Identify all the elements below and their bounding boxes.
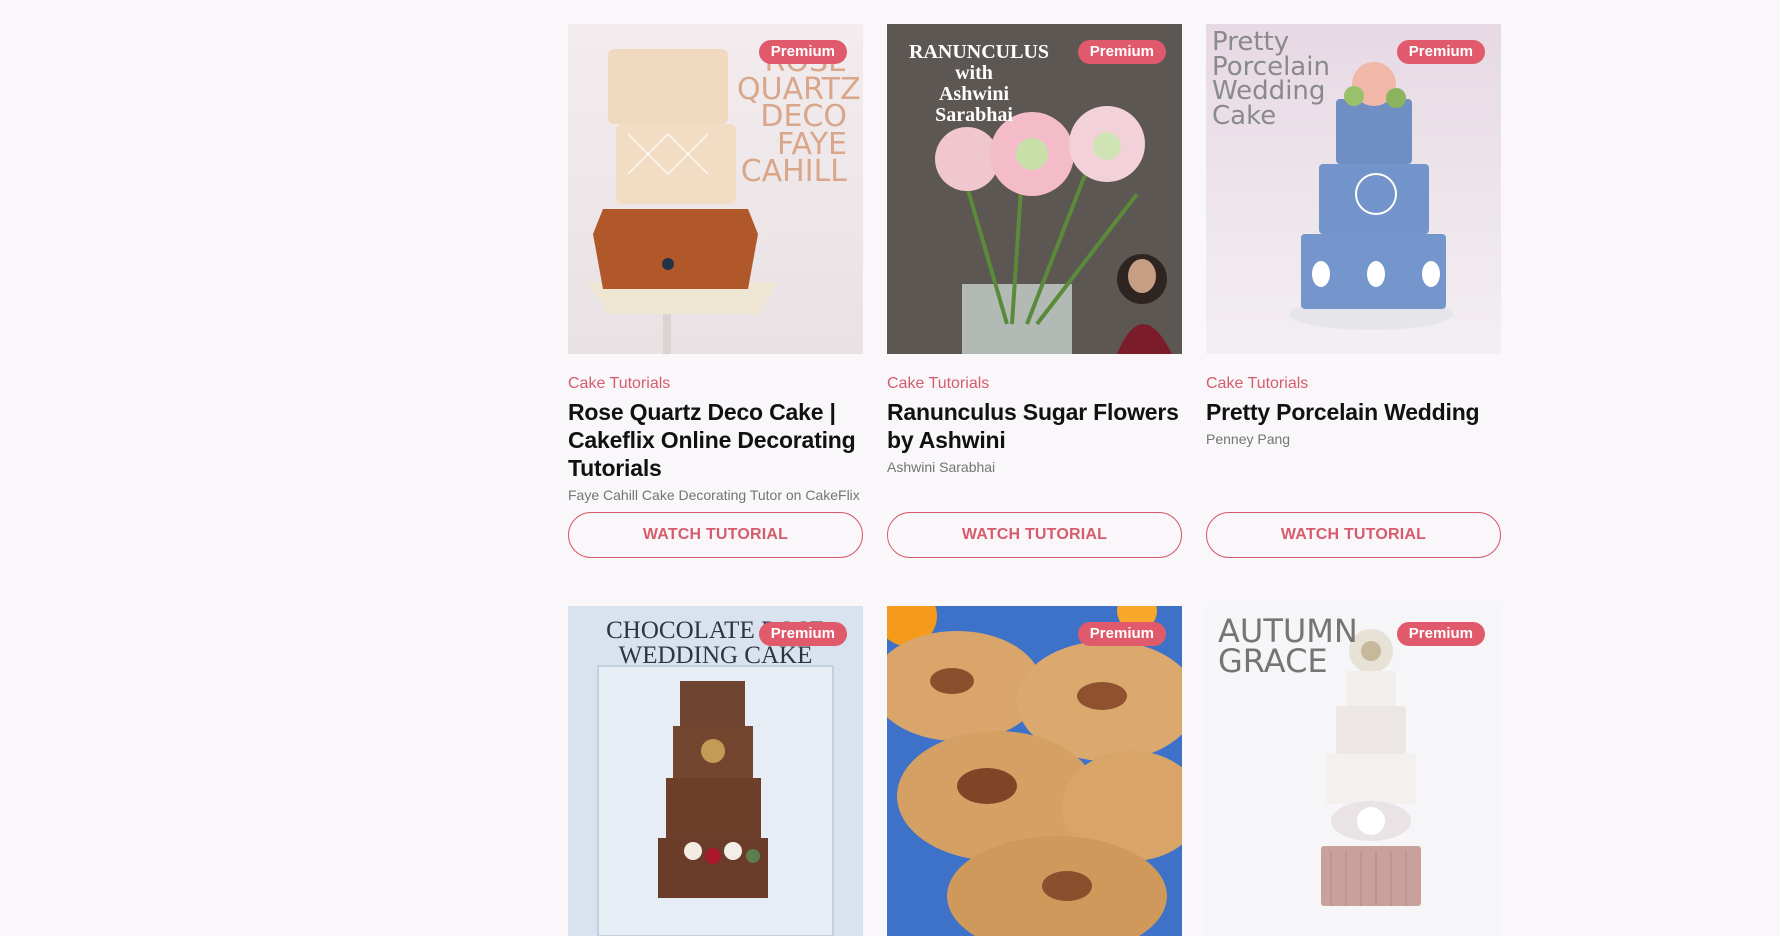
card-category[interactable]: Cake Tutorials (1206, 374, 1501, 394)
premium-badge: Premium (1396, 622, 1485, 646)
premium-badge: Premium (1077, 622, 1166, 646)
watch-tutorial-button[interactable]: WATCH TUTORIAL (1206, 512, 1501, 558)
premium-badge: Premium (758, 622, 847, 646)
tutorial-card-pretty-porcelain: Pretty Porcelain Wedding Cake Premium Ca… (1206, 24, 1501, 558)
card-title[interactable]: Rose Quartz Deco Cake | Cakeflix Online … (568, 398, 863, 482)
card-category[interactable]: Cake Tutorials (887, 374, 1182, 394)
card-title[interactable]: Ranunculus Sugar Flowers by Ashwini (887, 398, 1182, 454)
premium-badge: Premium (1396, 40, 1485, 64)
thumbnail-cookies[interactable]: Premium (887, 606, 1182, 936)
thumbnail-ranunculus[interactable]: RANUNCULUS with Ashwini Sarabhai Premium (887, 24, 1182, 354)
tutorial-grid: ROSE QUARTZ DECO FAYE CAHILL Premium Cak… (568, 24, 1501, 936)
thumbnail-rose-quartz[interactable]: ROSE QUARTZ DECO FAYE CAHILL Premium (568, 24, 863, 354)
watch-tutorial-button[interactable]: WATCH TUTORIAL (887, 512, 1182, 558)
tutorial-card-autumn-grace: AUTUMN GRACE Premium (1206, 606, 1501, 936)
autumn-grace-cake-image (1206, 606, 1501, 936)
tutorial-card-rose-quartz: ROSE QUARTZ DECO FAYE CAHILL Premium Cak… (568, 24, 863, 558)
porcelain-cake-image (1206, 24, 1501, 354)
tutorial-card-chocolate-rose: CHOCOLATE ROSE WEDDING CAKE Premium (568, 606, 863, 936)
card-author: Penney Pang (1206, 431, 1291, 447)
thumbnail-autumn-grace[interactable]: AUTUMN GRACE Premium (1206, 606, 1501, 936)
chocolate-rose-cake-image (568, 606, 863, 936)
watch-tutorial-button[interactable]: WATCH TUTORIAL (568, 512, 863, 558)
cookies-image (887, 606, 1182, 936)
ranunculus-flowers-image (887, 24, 1182, 354)
card-author: Ashwini Sarabhai (887, 459, 996, 475)
card-author: Faye Cahill Cake Decorating Tutor on Cak… (568, 487, 860, 503)
thumbnail-pretty-porcelain[interactable]: Pretty Porcelain Wedding Cake Premium (1206, 24, 1501, 354)
tutorial-card-ranunculus: RANUNCULUS with Ashwini Sarabhai Premium… (887, 24, 1182, 558)
card-info: Cake Tutorials Rose Quartz Deco Cake | C… (568, 354, 863, 512)
rose-quartz-cake-image (568, 24, 863, 354)
premium-badge: Premium (758, 40, 847, 64)
thumbnail-chocolate-rose[interactable]: CHOCOLATE ROSE WEDDING CAKE Premium (568, 606, 863, 936)
card-info: Cake Tutorials Pretty Porcelain Wedding … (1206, 354, 1501, 512)
tutorial-card-cookies: Premium (887, 606, 1182, 936)
card-info: Cake Tutorials Ranunculus Sugar Flowers … (887, 354, 1182, 512)
card-category[interactable]: Cake Tutorials (568, 374, 863, 394)
card-title[interactable]: Pretty Porcelain Wedding (1206, 398, 1501, 426)
premium-badge: Premium (1077, 40, 1166, 64)
